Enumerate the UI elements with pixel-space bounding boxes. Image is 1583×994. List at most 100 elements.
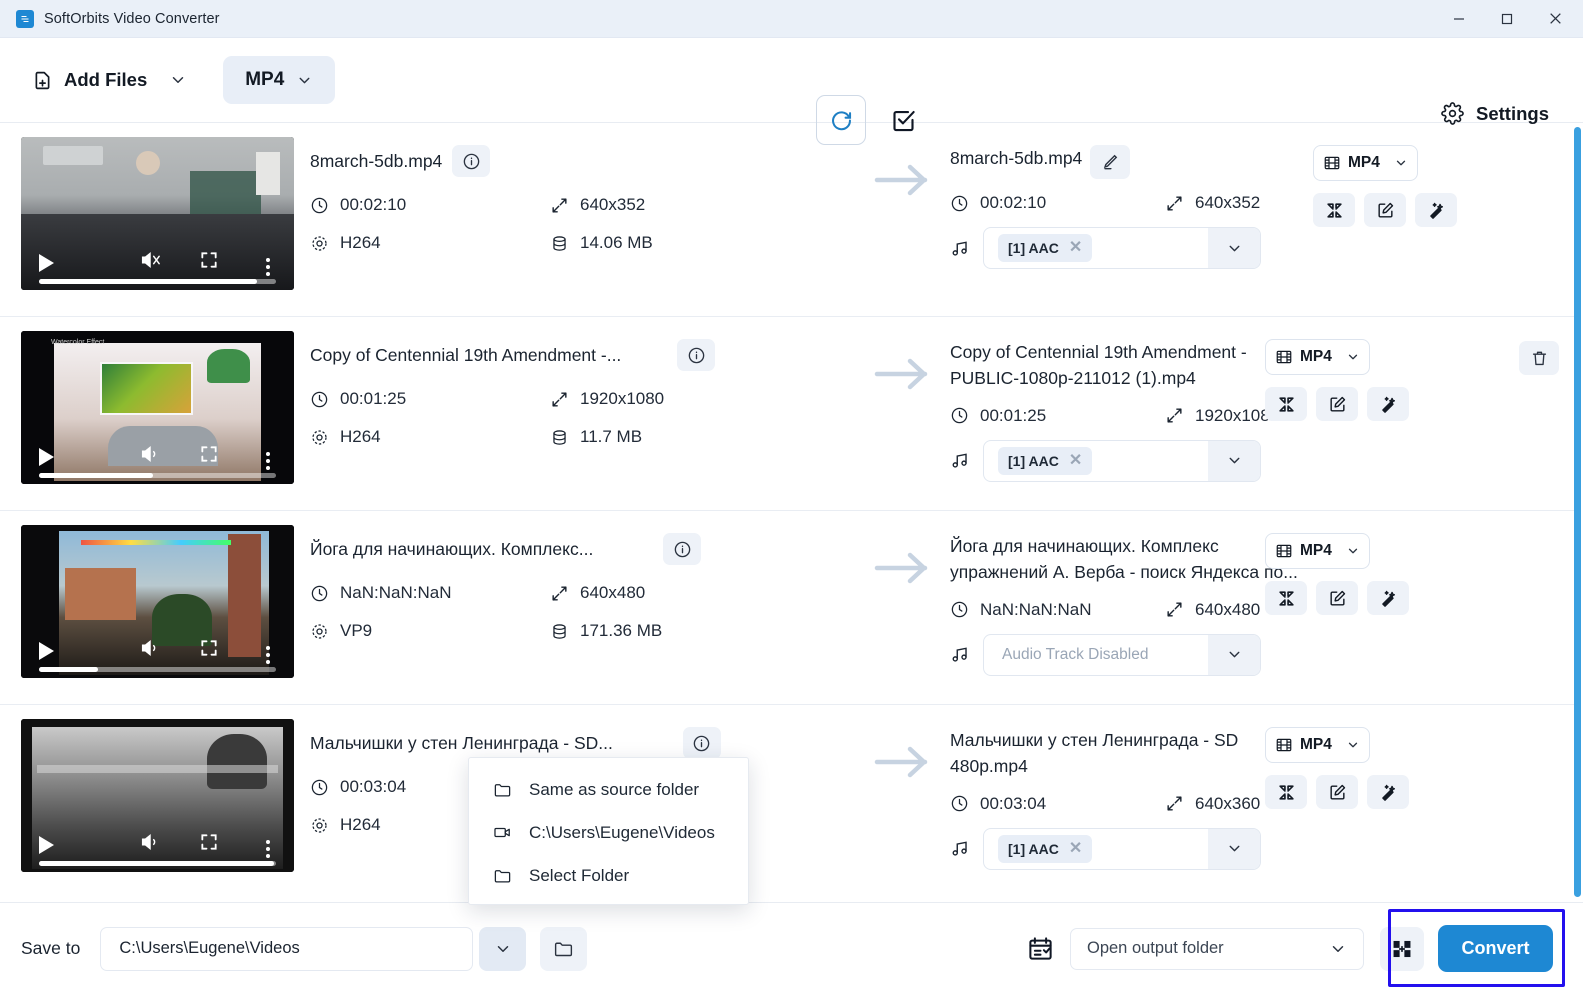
format-selector[interactable]: MP4 — [223, 56, 336, 104]
info-icon[interactable] — [677, 339, 716, 371]
play-icon[interactable] — [39, 448, 54, 466]
pencil-icon[interactable] — [1090, 145, 1131, 179]
row-format-select[interactable]: MP4 — [1265, 727, 1370, 763]
calendar-check-icon[interactable] — [1027, 935, 1054, 962]
fullscreen-icon[interactable] — [199, 444, 219, 469]
volume-icon[interactable] — [139, 831, 161, 858]
trash-icon[interactable] — [1519, 341, 1559, 375]
source-meta-row-2: VP9 171.36 MB — [310, 621, 854, 641]
settings-button[interactable]: Settings — [1441, 102, 1549, 125]
audio-track-chip[interactable]: [1] AAC ✕ — [998, 446, 1093, 475]
source-info: 8march-5db.mp4 00:02:10 640x352 H264 14.… — [294, 137, 854, 253]
chevron-down-icon[interactable] — [1208, 228, 1260, 268]
play-icon[interactable] — [39, 642, 54, 660]
progress-bar[interactable] — [39, 279, 276, 284]
chevron-down-icon[interactable] — [1208, 634, 1260, 675]
row-format-select[interactable]: MP4 — [1265, 339, 1370, 375]
minimize-icon[interactable] — [1435, 0, 1483, 38]
compress-icon[interactable] — [1265, 387, 1307, 421]
browse-folder-button[interactable] — [540, 926, 588, 971]
info-icon[interactable] — [682, 727, 721, 759]
video-thumbnail[interactable]: Watercolor Effect — [21, 331, 294, 484]
more-options-icon[interactable] — [266, 452, 270, 470]
menu-item-select-folder[interactable]: Select Folder — [469, 854, 748, 897]
more-options-icon[interactable] — [266, 258, 270, 276]
audio-track-select[interactable]: Audio Track Disabled — [983, 633, 1261, 676]
edit-square-icon[interactable] — [1316, 387, 1358, 421]
audio-track-select[interactable]: [1] AAC ✕ — [983, 439, 1261, 482]
merge-icon[interactable] — [1380, 926, 1424, 971]
magic-wand-icon[interactable] — [1415, 193, 1457, 227]
magic-wand-icon[interactable] — [1367, 775, 1409, 809]
video-thumbnail[interactable] — [21, 137, 294, 290]
fullscreen-icon[interactable] — [199, 832, 219, 857]
close-icon[interactable] — [1531, 0, 1579, 38]
audio-track-chip[interactable]: [1] AAC ✕ — [998, 834, 1093, 863]
menu-item-same-as-source[interactable]: Same as source folder — [469, 768, 748, 811]
audio-track-field[interactable]: [1] AAC ✕ — [984, 446, 1208, 475]
menu-item-label: Select Folder — [529, 865, 630, 885]
source-codec-value: VP9 — [340, 621, 373, 640]
play-icon[interactable] — [39, 836, 54, 854]
edit-square-icon[interactable] — [1364, 193, 1406, 227]
close-x-icon[interactable]: ✕ — [1069, 840, 1082, 857]
audio-track-select[interactable]: [1] AAC ✕ — [983, 227, 1261, 269]
audio-track-chip[interactable]: [1] AAC ✕ — [998, 234, 1093, 262]
more-options-icon[interactable] — [266, 840, 270, 858]
chevron-down-icon[interactable] — [159, 71, 197, 89]
source-size: 14.06 MB — [550, 233, 790, 253]
maximize-icon[interactable] — [1483, 0, 1531, 38]
close-x-icon[interactable]: ✕ — [1069, 452, 1082, 469]
magic-wand-icon[interactable] — [1367, 387, 1409, 421]
mute-icon[interactable] — [139, 249, 161, 276]
volume-icon[interactable] — [139, 637, 161, 664]
more-options-icon[interactable] — [266, 646, 270, 664]
add-files-button[interactable]: Add Files — [32, 69, 147, 92]
save-path-dropdown-button[interactable] — [479, 926, 527, 971]
compress-icon[interactable] — [1265, 775, 1307, 809]
audio-track-field[interactable]: Audio Track Disabled — [984, 646, 1208, 664]
source-duration: NaN:NaN:NaN — [310, 583, 550, 603]
file-row[interactable]: 8march-5db.mp4 00:02:10 640x352 H264 14.… — [0, 123, 1575, 317]
output-action-select[interactable]: Open output folder — [1070, 927, 1364, 970]
close-x-icon[interactable]: ✕ — [1069, 240, 1082, 256]
scrollbar-thumb[interactable] — [1574, 127, 1581, 897]
convert-button[interactable]: Convert — [1438, 925, 1553, 972]
compress-icon[interactable] — [1313, 193, 1355, 227]
compress-icon[interactable] — [1265, 581, 1307, 615]
progress-bar[interactable] — [39, 861, 276, 866]
audio-track-field[interactable]: [1] AAC ✕ — [984, 234, 1208, 262]
video-thumbnail[interactable] — [21, 719, 294, 872]
chevron-down-icon[interactable] — [1208, 828, 1260, 869]
save-to-dropdown-menu[interactable]: Same as source folder C:\Users\Eugene\Vi… — [468, 757, 749, 905]
audio-track-field[interactable]: [1] AAC ✕ — [984, 834, 1208, 863]
play-icon[interactable] — [39, 254, 54, 272]
row-format-select[interactable]: MP4 — [1313, 145, 1418, 181]
row-format-select[interactable]: MP4 — [1265, 533, 1370, 569]
save-path-input[interactable]: C:\Users\Eugene\Videos — [100, 926, 474, 971]
chevron-down-icon[interactable] — [1208, 440, 1260, 481]
list-scrollbar[interactable] — [1574, 123, 1581, 902]
edit-square-icon[interactable] — [1316, 581, 1358, 615]
info-icon[interactable] — [663, 533, 702, 565]
row-actions: MP4 — [1265, 533, 1445, 615]
progress-bar[interactable] — [39, 473, 276, 478]
fullscreen-icon[interactable] — [199, 250, 219, 275]
info-icon[interactable] — [452, 145, 491, 177]
volume-icon[interactable] — [139, 443, 161, 470]
file-row[interactable]: Йога для начинающих. Комплекс... NaN:NaN… — [0, 511, 1575, 705]
menu-item-videos-folder[interactable]: C:\Users\Eugene\Videos — [469, 811, 748, 854]
file-row[interactable]: Watercolor Effect Copy of Centennial 19t… — [0, 317, 1575, 511]
bottom-bar: Save to C:\Users\Eugene\Videos Open outp… — [0, 902, 1583, 994]
video-camera-icon — [493, 823, 513, 842]
video-thumbnail[interactable] — [21, 525, 294, 678]
progress-bar[interactable] — [39, 667, 276, 672]
fullscreen-icon[interactable] — [199, 638, 219, 663]
row-format-label: MP4 — [1300, 736, 1332, 753]
edit-square-icon[interactable] — [1316, 775, 1358, 809]
file-row[interactable]: Мальчишки у стен Ленинграда - SD... 00:0… — [0, 705, 1575, 899]
resize-icon — [1165, 406, 1184, 425]
resize-icon — [550, 196, 569, 215]
audio-track-select[interactable]: [1] AAC ✕ — [983, 827, 1261, 870]
magic-wand-icon[interactable] — [1367, 581, 1409, 615]
